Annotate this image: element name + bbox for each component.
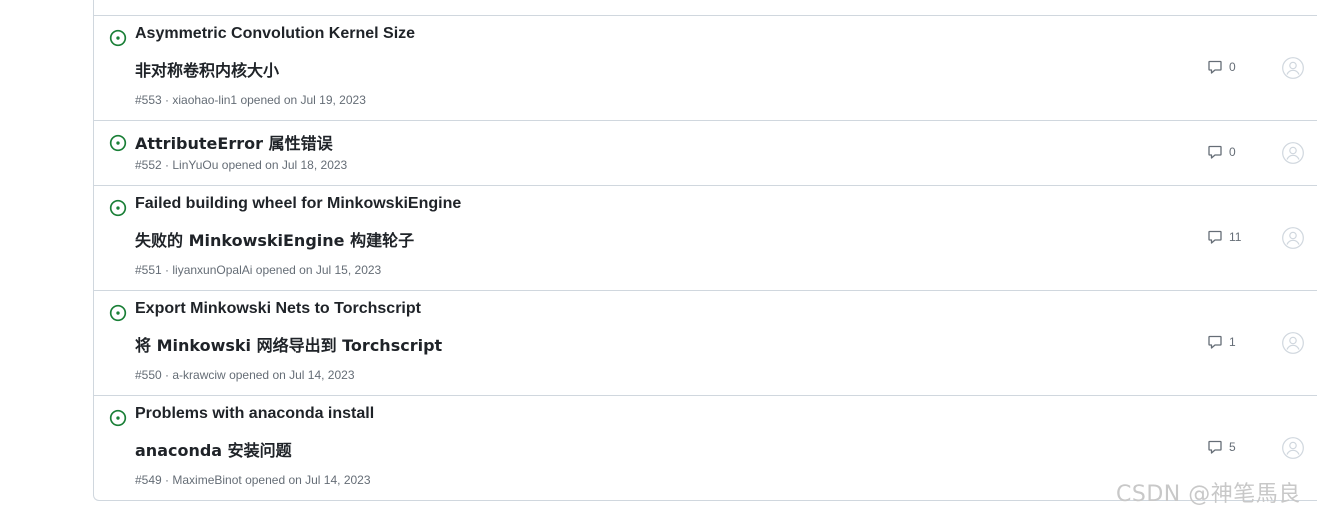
meta-separator: · [161, 158, 173, 172]
issue-author[interactable]: xiaohao-lin1 [172, 93, 237, 107]
comment-count[interactable]: 1 [1207, 334, 1236, 350]
issue-meta: #553 · xiaohao-lin1 opened on Jul 19, 20… [135, 93, 366, 107]
issue-author[interactable]: LinYuOu [172, 158, 218, 172]
meta-separator: · [161, 93, 173, 107]
issue-opened-date: opened on Jul 18, 2023 [221, 158, 348, 172]
comment-count[interactable]: 0 [1207, 144, 1236, 160]
person-icon[interactable] [1282, 57, 1304, 79]
issue-opened-date: opened on Jul 14, 2023 [245, 473, 371, 487]
issue-title[interactable]: Asymmetric Convolution Kernel Size [135, 25, 415, 43]
issue-opened-icon [109, 29, 127, 47]
issue-number: #551 [135, 263, 162, 277]
person-icon[interactable] [1282, 332, 1304, 354]
issue-author[interactable]: liyanxunOpalAi [172, 263, 252, 277]
issue-title[interactable]: Problems with anaconda install [135, 405, 374, 423]
issue-opened-icon [109, 304, 127, 322]
issue-title-translation: 失败的 MinkowskiEngine 构建轮子 [135, 231, 415, 250]
issue-author[interactable]: a-krawciw [172, 368, 225, 382]
watermark: CSDN @神笔馬良 [1116, 482, 1301, 507]
issue-row-552[interactable]: AttributeError 属性错误 #552 · LinYuOu opene… [94, 120, 1317, 185]
issue-number: #550 [135, 368, 162, 382]
issue-number: #552 [135, 158, 162, 172]
issue-title[interactable]: Failed building wheel for MinkowskiEngin… [135, 195, 461, 213]
comment-count-value: 11 [1229, 230, 1242, 244]
comment-icon [1208, 230, 1222, 244]
issue-row-551[interactable]: Failed building wheel for MinkowskiEngin… [94, 185, 1317, 290]
issue-title[interactable]: AttributeError 属性错误 [135, 130, 333, 154]
issue-author[interactable]: MaximeBinot [172, 473, 241, 487]
comment-count[interactable]: 0 [1207, 59, 1236, 75]
comment-count[interactable]: 11 [1207, 229, 1241, 245]
meta-separator: · [161, 263, 173, 277]
issue-row-553[interactable]: Asymmetric Convolution Kernel Size 非对称卷积… [94, 15, 1317, 120]
meta-separator: · [161, 368, 173, 382]
issue-title-translation: 将 Minkowski 网络导出到 Torchscript [135, 336, 443, 355]
issue-meta: #552 · LinYuOu opened on Jul 18, 2023 [135, 158, 347, 172]
comment-icon [1208, 440, 1222, 454]
issue-number: #549 [135, 473, 162, 487]
comment-count[interactable]: 5 [1207, 439, 1236, 455]
comment-icon [1208, 60, 1222, 74]
comment-count-value: 1 [1229, 335, 1236, 349]
issue-opened-icon [109, 409, 127, 427]
comment-count-value: 5 [1229, 440, 1236, 454]
issue-row-550[interactable]: Export Minkowski Nets to Torchscript 将 M… [94, 290, 1317, 395]
issue-title-translation: anaconda 安装问题 [135, 441, 292, 460]
meta-separator: · [161, 473, 173, 487]
comment-icon [1208, 335, 1222, 349]
person-icon[interactable] [1282, 142, 1304, 164]
comment-icon [1208, 145, 1222, 159]
issue-opened-date: opened on Jul 15, 2023 [255, 263, 382, 277]
issue-meta: #549 · MaximeBinot opened on Jul 14, 202… [135, 473, 371, 487]
person-icon[interactable] [1282, 227, 1304, 249]
issue-meta: #551 · liyanxunOpalAi opened on Jul 15, … [135, 263, 381, 277]
issue-opened-date: opened on Jul 14, 2023 [229, 368, 355, 382]
comment-count-value: 0 [1229, 145, 1236, 159]
issue-title-translation: 非对称卷积内核大小 [135, 61, 280, 80]
issue-opened-date: opened on Jul 19, 2023 [240, 93, 366, 107]
issue-number: #553 [135, 93, 162, 107]
issue-opened-icon [109, 134, 127, 152]
issue-opened-icon [109, 199, 127, 217]
issue-meta: #550 · a-krawciw opened on Jul 14, 2023 [135, 368, 355, 382]
partial-issue-row [94, 0, 1317, 15]
person-icon[interactable] [1282, 437, 1304, 459]
issue-list: Asymmetric Convolution Kernel Size 非对称卷积… [93, 0, 1317, 501]
comment-count-value: 0 [1229, 60, 1236, 74]
issue-title[interactable]: Export Minkowski Nets to Torchscript [135, 300, 421, 318]
